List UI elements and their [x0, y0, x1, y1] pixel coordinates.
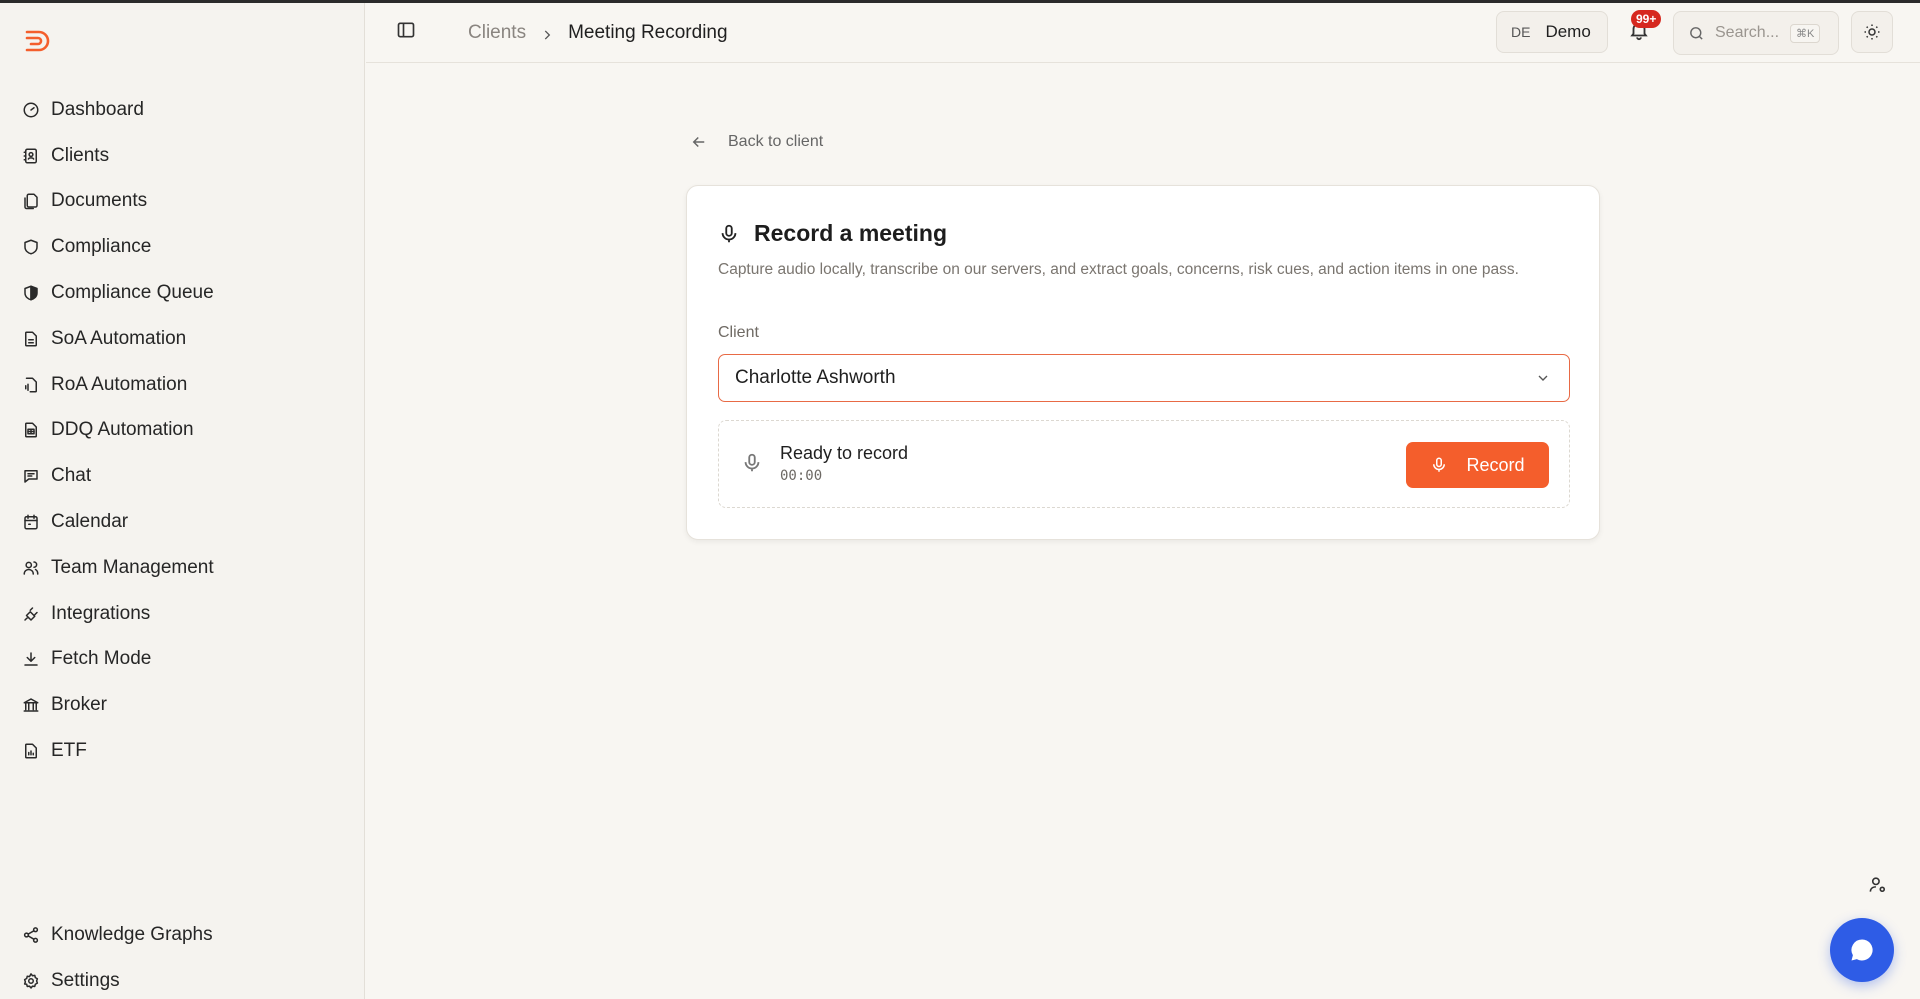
record-meeting-card: Record a meeting Capture audio locally, … [686, 185, 1600, 540]
sidebar-item-label: Clients [51, 144, 110, 166]
sidebar-item-label: SoA Automation [51, 327, 187, 349]
sidebar-item-label: Dashboard [51, 98, 144, 120]
card-description: Capture audio locally, transcribe on our… [718, 261, 1519, 278]
sidebar-item-compliance[interactable]: Compliance [0, 224, 364, 270]
notification-badge: 99+ [1631, 10, 1662, 28]
back-to-client-link[interactable]: Back to client [690, 133, 823, 151]
recorder-timer: 00:00 [780, 468, 823, 484]
sidebar-item-dashboard[interactable]: Dashboard [0, 87, 364, 133]
sidebar-item-settings[interactable]: Settings [0, 958, 364, 999]
record-button[interactable]: Record [1406, 442, 1549, 488]
share-nodes-icon [22, 926, 40, 944]
chevron-down-icon [1535, 370, 1551, 386]
search-input[interactable]: Search... ⌘K [1673, 11, 1839, 55]
sidebar-item-label: Chat [51, 465, 92, 487]
sidebar-item-fetch-mode[interactable]: Fetch Mode [0, 637, 364, 683]
sidebar-item-label: Compliance [51, 236, 152, 258]
chat-bubble-icon [1851, 939, 1873, 961]
sidebar-item-knowledge-graphs[interactable]: Knowledge Graphs [0, 912, 364, 958]
microphone-icon [741, 452, 763, 474]
app-logo[interactable] [22, 25, 54, 57]
recorder-status: Ready to record [780, 443, 909, 463]
calendar-icon [22, 513, 40, 531]
sidebar-item-label: Calendar [51, 511, 129, 533]
sidebar-item-documents[interactable]: Documents [0, 179, 364, 225]
sidebar-toggle-button[interactable] [396, 20, 418, 42]
top-header: Clients Meeting Recording DE Demo 99+ Se… [366, 3, 1920, 63]
plug-icon [22, 605, 40, 623]
card-title-text: Record a meeting [754, 220, 947, 246]
breadcrumb-current: Meeting Recording [568, 22, 728, 43]
sidebar-item-team-management[interactable]: Team Management [0, 545, 364, 591]
file-audio-icon [22, 376, 40, 394]
sidebar-item-label: DDQ Automation [51, 419, 194, 441]
message-square-icon [22, 467, 40, 485]
sidebar-nav: Dashboard Clients Documents Compliance C… [0, 87, 364, 774]
sidebar-item-etf[interactable]: ETF [0, 728, 364, 774]
search-icon [1690, 26, 1703, 40]
panel-left-icon [397, 22, 415, 38]
file-chart-icon [22, 742, 40, 760]
chat-launcher-button[interactable] [1830, 918, 1894, 982]
back-label: Back to client [728, 133, 824, 150]
client-select-value: Charlotte Ashworth [735, 367, 896, 388]
workspace-name: Demo [1545, 22, 1591, 41]
files-icon [22, 192, 40, 210]
microphone-icon [721, 224, 737, 242]
client-field-label: Client [718, 324, 759, 341]
sidebar-item-label: Documents [51, 190, 148, 212]
arrow-left-icon [692, 136, 705, 148]
sidebar-item-label: Broker [51, 694, 107, 716]
chevron-right-icon [540, 26, 554, 40]
workspace-switcher[interactable]: DE Demo [1496, 11, 1608, 53]
shield-icon [22, 238, 40, 256]
sidebar-item-calendar[interactable]: Calendar [0, 499, 364, 545]
language-code: DE [1511, 24, 1531, 40]
sidebar-item-label: Team Management [51, 556, 214, 578]
sidebar-item-label: Knowledge Graphs [51, 923, 213, 945]
sidebar-item-label: Fetch Mode [51, 648, 152, 670]
sidebar-item-label: RoA Automation [51, 373, 188, 395]
file-text-icon [22, 330, 40, 348]
sidebar-item-chat[interactable]: Chat [0, 453, 364, 499]
card-title: Record a meeting [718, 220, 947, 247]
file-spreadsheet-icon [22, 421, 40, 439]
sidebar-bottom-nav: Knowledge Graphs Settings [0, 912, 364, 999]
sidebar-item-ddq-automation[interactable]: DDQ Automation [0, 408, 364, 454]
bank-icon [22, 696, 40, 714]
client-select[interactable]: Charlotte Ashworth [718, 354, 1570, 402]
sidebar-item-label: Settings [51, 969, 120, 991]
theme-toggle-button[interactable] [1851, 11, 1893, 53]
breadcrumb-clients-link[interactable]: Clients [468, 22, 526, 44]
sidebar-item-clients[interactable]: Clients [0, 133, 364, 179]
search-shortcut: ⌘K [1790, 23, 1821, 43]
user-settings-icon[interactable] [1868, 875, 1888, 895]
sidebar: Dashboard Clients Documents Compliance C… [0, 3, 365, 999]
sidebar-item-broker[interactable]: Broker [0, 682, 364, 728]
contact-book-icon [22, 147, 40, 165]
sidebar-item-label: ETF [51, 740, 87, 762]
gauge-icon [22, 101, 40, 119]
sidebar-item-compliance-queue[interactable]: Compliance Queue [0, 270, 364, 316]
shield-half-icon [22, 284, 40, 302]
download-icon [22, 650, 40, 668]
sidebar-item-label: Compliance Queue [51, 282, 214, 304]
sidebar-item-roa-automation[interactable]: RoA Automation [0, 362, 364, 408]
search-placeholder: Search... [1715, 24, 1780, 41]
gear-icon [22, 972, 40, 990]
sidebar-item-soa-automation[interactable]: SoA Automation [0, 316, 364, 362]
users-icon [22, 559, 40, 577]
sidebar-item-label: Integrations [51, 602, 151, 624]
sidebar-item-integrations[interactable]: Integrations [0, 591, 364, 637]
breadcrumb: Clients Meeting Recording [468, 22, 728, 44]
microphone-icon [1433, 457, 1446, 472]
sun-icon [1864, 24, 1880, 40]
record-button-label: Record [1466, 454, 1525, 475]
recorder-panel: Ready to record 00:00 Record [718, 420, 1570, 508]
